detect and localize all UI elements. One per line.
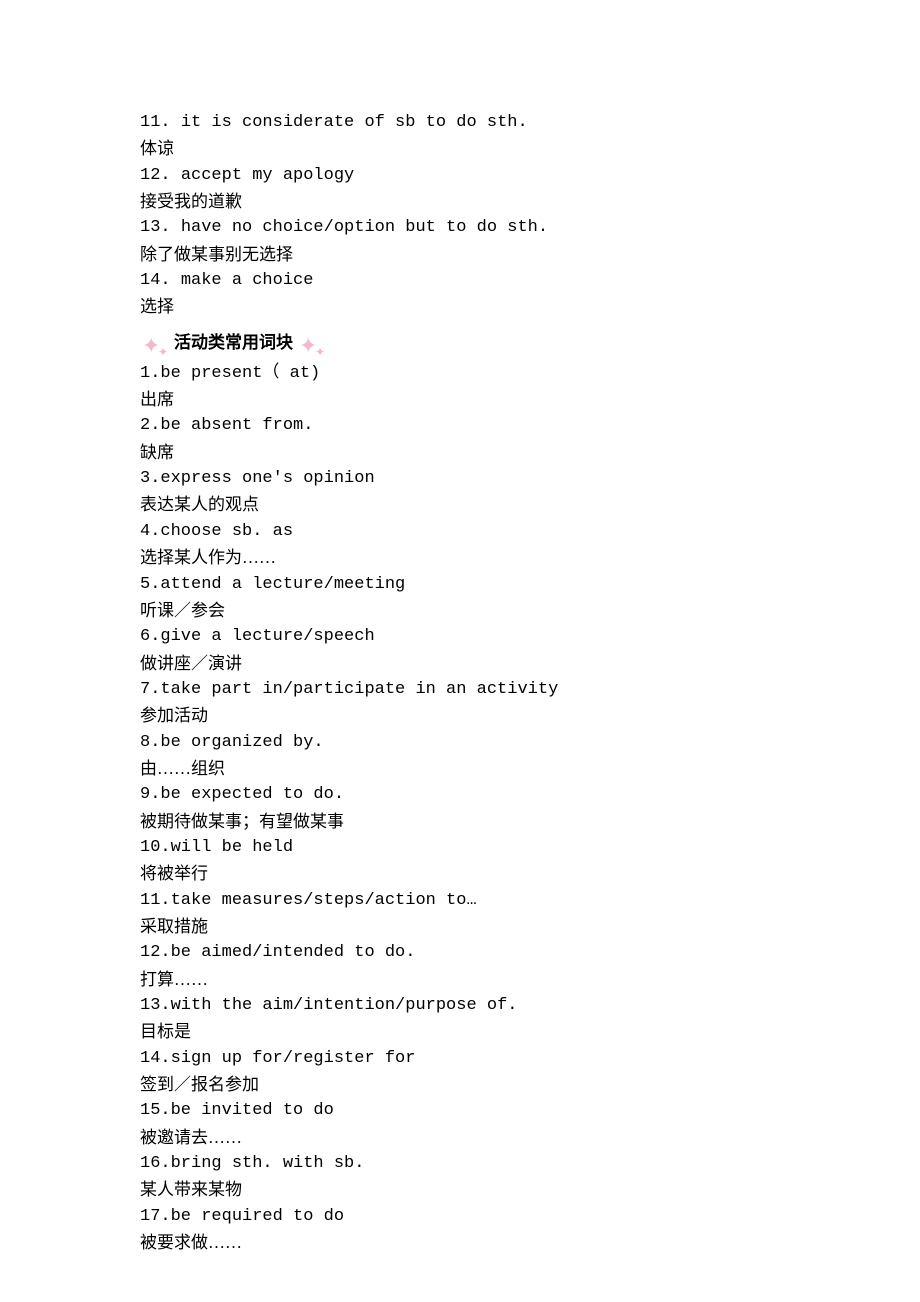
vocab-chinese: 由……组织 xyxy=(140,756,780,782)
top-list: 11. it is considerate of sb to do sth.体谅… xyxy=(140,110,780,321)
item-number: 17. xyxy=(140,1207,171,1226)
vocab-chinese: 体谅 xyxy=(140,136,780,162)
page-content: 11. it is considerate of sb to do sth.体谅… xyxy=(0,0,920,1296)
item-english-text: choose sb. as xyxy=(160,522,293,541)
vocab-english: 15.be invited to do xyxy=(140,1098,780,1124)
item-english-text: express one's opinion xyxy=(160,469,374,488)
vocab-chinese: 目标是 xyxy=(140,1019,780,1045)
vocab-chinese: 出席 xyxy=(140,387,780,413)
vocab-english: 12.be aimed/intended to do. xyxy=(140,940,780,966)
item-english-text: be required to do xyxy=(171,1207,344,1226)
item-english-text: be invited to do xyxy=(171,1101,334,1120)
vocab-english: 7.take part in/participate in an activit… xyxy=(140,677,780,703)
vocab-chinese: 缺席 xyxy=(140,440,780,466)
item-english-text: sign up for/register for xyxy=(171,1049,416,1068)
item-english-text: bring sth. with sb. xyxy=(171,1154,365,1173)
vocab-english: 13. have no choice/option but to do sth. xyxy=(140,215,780,241)
item-english-text: will be held xyxy=(171,838,293,857)
item-english-text: be organized by. xyxy=(160,733,323,752)
vocab-chinese: 被邀请去…… xyxy=(140,1125,780,1151)
item-number: 5. xyxy=(140,575,160,594)
vocab-english: 10.will be held xyxy=(140,835,780,861)
item-number: 16. xyxy=(140,1154,171,1173)
vocab-chinese: 某人带来某物 xyxy=(140,1177,780,1203)
item-english-text: it is considerate of sb to do sth. xyxy=(181,113,528,132)
vocab-english: 2.be absent from. xyxy=(140,413,780,439)
vocab-chinese: 将被举行 xyxy=(140,861,780,887)
item-english-text: have no choice/option but to do sth. xyxy=(181,218,548,237)
vocab-english: 14.sign up for/register for xyxy=(140,1046,780,1072)
sparkle-icon: ✦✦ xyxy=(140,329,170,357)
item-english-text: attend a lecture/meeting xyxy=(160,575,405,594)
vocab-english: 13.with the aim/intention/purpose of. xyxy=(140,993,780,1019)
item-english-text: be expected to do. xyxy=(160,785,344,804)
main-list: 1.be present（ at)出席2.be absent from.缺席3.… xyxy=(140,361,780,1257)
vocab-english: 6.give a lecture/speech xyxy=(140,624,780,650)
item-english-text: with the aim/intention/purpose of. xyxy=(171,996,518,1015)
vocab-chinese: 接受我的道歉 xyxy=(140,189,780,215)
item-number: 13. xyxy=(140,996,171,1015)
item-number: 11. xyxy=(140,891,171,910)
vocab-chinese: 选择某人作为…… xyxy=(140,545,780,571)
vocab-english: 12. accept my apology xyxy=(140,163,780,189)
item-english-text: take part in/participate in an activity xyxy=(160,680,558,699)
item-number: 8. xyxy=(140,733,160,752)
vocab-chinese: 签到／报名参加 xyxy=(140,1072,780,1098)
vocab-chinese: 表达某人的观点 xyxy=(140,492,780,518)
vocab-chinese: 做讲座／演讲 xyxy=(140,651,780,677)
item-number: 3. xyxy=(140,469,160,488)
item-english-text: accept my apology xyxy=(181,166,354,185)
vocab-english: 11. it is considerate of sb to do sth. xyxy=(140,110,780,136)
vocab-english: 1.be present（ at) xyxy=(140,361,780,387)
item-english-text: make a choice xyxy=(181,271,314,290)
vocab-english: 8.be organized by. xyxy=(140,730,780,756)
item-number: 12. xyxy=(140,943,171,962)
item-number: 1. xyxy=(140,364,160,383)
item-number: 14. xyxy=(140,271,181,290)
item-english-text: be absent from. xyxy=(160,416,313,435)
item-number: 4. xyxy=(140,522,160,541)
item-number: 2. xyxy=(140,416,160,435)
vocab-english: 11.take measures/steps/action to… xyxy=(140,888,780,914)
item-number: 6. xyxy=(140,627,160,646)
vocab-english: 17.be required to do xyxy=(140,1204,780,1230)
item-number: 12. xyxy=(140,166,181,185)
vocab-chinese: 听课／参会 xyxy=(140,598,780,624)
item-number: 13. xyxy=(140,218,181,237)
vocab-chinese: 选择 xyxy=(140,294,780,320)
item-english-text: take measures/steps/action to… xyxy=(171,891,477,910)
item-english-text: be present（ at) xyxy=(160,364,320,383)
vocab-english: 14. make a choice xyxy=(140,268,780,294)
vocab-chinese: 被要求做…… xyxy=(140,1230,780,1256)
vocab-chinese: 打算…… xyxy=(140,967,780,993)
item-number: 7. xyxy=(140,680,160,699)
item-number: 14. xyxy=(140,1049,171,1068)
vocab-chinese: 采取措施 xyxy=(140,914,780,940)
vocab-chinese: 参加活动 xyxy=(140,703,780,729)
vocab-english: 16.bring sth. with sb. xyxy=(140,1151,780,1177)
item-number: 11. xyxy=(140,113,181,132)
item-number: 10. xyxy=(140,838,171,857)
vocab-chinese: 除了做某事别无选择 xyxy=(140,242,780,268)
vocab-english: 5.attend a lecture/meeting xyxy=(140,572,780,598)
item-number: 9. xyxy=(140,785,160,804)
section-header: ✦✦ 活动类常用词块 ✦✦ xyxy=(140,329,780,357)
section-title: 活动类常用词块 xyxy=(174,330,293,356)
item-number: 15. xyxy=(140,1101,171,1120)
sparkle-icon: ✦✦ xyxy=(297,329,327,357)
item-english-text: be aimed/intended to do. xyxy=(171,943,416,962)
vocab-chinese: 被期待做某事；有望做某事 xyxy=(140,809,780,835)
item-english-text: give a lecture/speech xyxy=(160,627,374,646)
vocab-english: 3.express one's opinion xyxy=(140,466,780,492)
vocab-english: 9.be expected to do. xyxy=(140,782,780,808)
vocab-english: 4.choose sb. as xyxy=(140,519,780,545)
